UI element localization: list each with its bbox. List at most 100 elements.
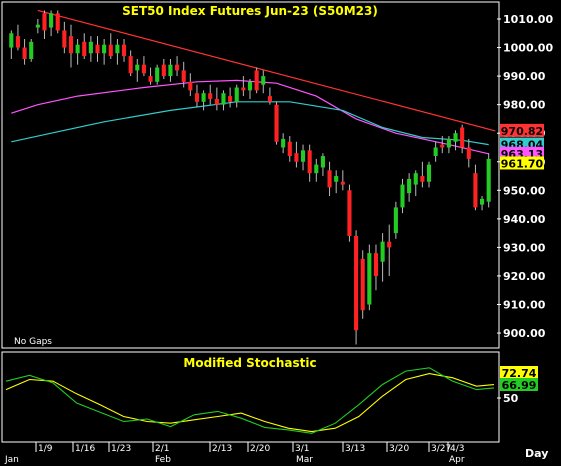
candle-body [360,258,365,311]
candle-body [9,33,14,48]
candle-body [380,241,385,262]
candle-body [281,138,286,148]
candle-body [102,44,107,54]
candle-body [274,104,279,142]
price-tag-label: 970.82 [501,125,543,138]
candle-body [241,87,246,91]
candle-body [188,81,193,91]
month-label: Apr [449,455,465,465]
stochastic-title: Modified Stochastic [183,356,316,370]
candle-body [453,133,458,142]
y-tick-label: 980.00 [503,99,546,112]
candle-body [294,153,299,162]
candle-body [121,44,127,57]
candle-body [486,158,491,202]
candle-body [426,164,432,182]
candle-body [42,13,47,31]
price-chart-title: SET50 Index Futures Jun-23 (S50M23) [122,4,378,18]
price-panel [1,1,500,349]
candle-body [261,76,266,85]
date-label: 2/1 [155,444,169,454]
price-tags: 970.82968.04963.13961.70 [500,123,544,170]
candle-body [141,64,146,74]
candle-body [148,76,153,82]
candle-body [221,93,226,105]
candle-body [208,93,213,99]
candle-body [75,44,80,54]
date-label: 1/9 [38,444,53,454]
month-label: Feb [155,455,171,465]
date-label: 2/20 [250,444,270,454]
date-label: 3/1 [295,444,309,454]
y-tick-label: 930.00 [503,241,546,254]
candle-body [347,190,352,236]
candle-body [214,98,219,105]
candle-body [334,176,339,182]
candle-body [314,164,319,174]
candle-body [234,87,239,102]
candle-body [300,150,306,162]
date-label: 1/16 [75,444,95,454]
candle-body [15,36,21,48]
candle-body [327,170,332,188]
candle-body [446,138,451,148]
candle-body [420,176,425,182]
chart-window: SET50 Index Futures Jun-23 (S50M23) No G… [1,1,553,465]
candle-body [307,150,312,174]
price-tag-label: 961.70 [501,157,544,170]
candle-body [354,235,359,331]
candle-body [108,44,113,57]
y-tick-label: 910.00 [503,299,546,312]
period-label: Day [525,447,548,460]
candle-body [95,44,100,54]
stochastic-tag-label: 66.99 [502,379,537,392]
candle-body [387,241,392,248]
candle-body [287,141,292,157]
candle-body [181,70,186,82]
candle-body [473,173,478,208]
candle-body [393,207,398,234]
candle-body [115,44,120,54]
candle-body [267,96,272,102]
candle-body [194,93,200,102]
candle-body [479,198,485,205]
no-gaps-label: No Gaps [14,337,52,347]
stochastic-tags: 72.7466.99 [500,366,538,392]
candle-body [247,81,253,91]
candle-body [413,173,418,185]
candle-body [161,64,166,77]
candle-body [29,41,34,59]
candle-body [88,41,93,54]
candle-body [400,184,405,208]
candle-body [155,67,160,82]
price-y-axis: 1010.001000.00990.00980.00970.00960.0095… [497,13,553,340]
y-tick-label: 940.00 [503,213,546,226]
candle-body [407,178,412,194]
candle-body [440,144,445,148]
candle-body [466,147,471,159]
candle-body [128,56,133,74]
month-label: Jan [4,455,19,465]
date-label: 4/3 [450,444,464,454]
candle-body [35,24,40,28]
y-tick-label: 920.00 [503,270,546,283]
y-tick-label: 1010.00 [503,13,553,26]
candle-body [340,181,345,185]
candle-body [433,147,438,157]
y-tick-label: 990.00 [503,70,546,83]
candle-body [168,64,173,77]
date-axis: 1/9 1/16 1/23 2/1 2/13 2/20 3/1 3/13 3/20 3/274/3… [4,442,465,465]
date-label: 3/13 [345,444,365,454]
candle-body [68,36,74,54]
date-label: 1/23 [111,444,131,454]
date-label: 3/20 [389,444,409,454]
candle-body [373,253,379,276]
candle-body [228,96,233,102]
candle-body [175,64,180,71]
candle-body [254,70,259,91]
date-label: 2/13 [212,444,232,454]
stochastic-y-axis: 50 [497,392,519,405]
candle-body [22,47,27,59]
candle-body [62,30,67,48]
y-tick-label: 950.00 [503,184,546,197]
